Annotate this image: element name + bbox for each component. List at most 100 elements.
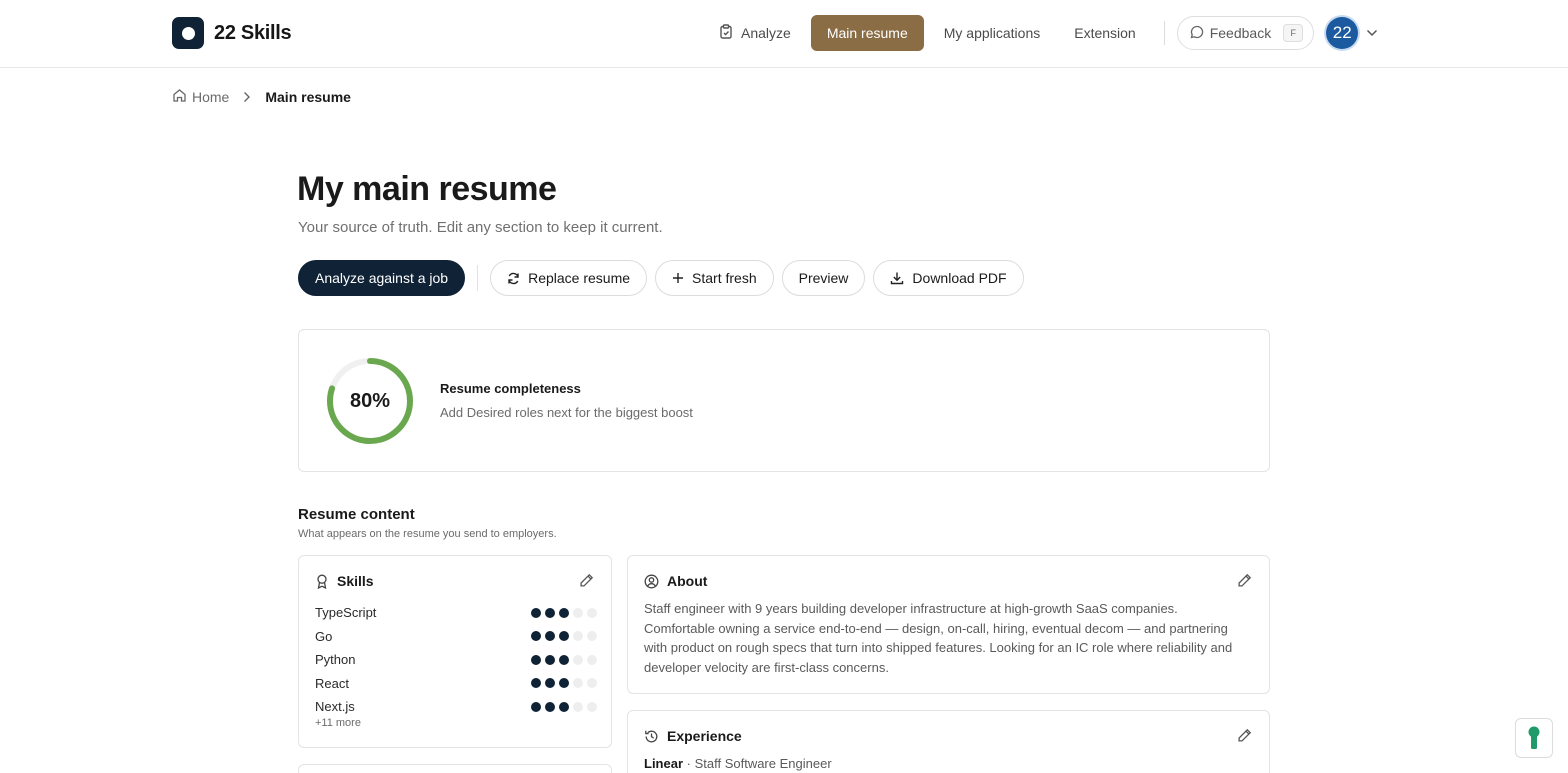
skill-row: Python: [315, 648, 597, 672]
keyhole-icon: [1527, 726, 1541, 750]
skill-level-dot: [559, 631, 569, 642]
refresh-icon: [507, 272, 520, 285]
skill-level-dots: [531, 678, 597, 689]
page-title: My main resume: [297, 170, 557, 208]
skill-row: React: [315, 672, 597, 696]
skill-level-dots: [531, 701, 597, 712]
skill-level-dot: [559, 607, 569, 618]
experience-card-header: Experience: [644, 728, 742, 744]
skill-level-dot: [587, 631, 597, 642]
skill-level-dot: [531, 631, 541, 642]
completeness-hint: Add Desired roles next for the biggest b…: [440, 405, 693, 420]
download-pdf-button[interactable]: Download PDF: [873, 260, 1024, 296]
top-header: 22 Skills Analyze Main resume My applica…: [0, 0, 1568, 68]
nav-my-applications[interactable]: My applications: [928, 15, 1057, 51]
resume-content-subtitle: What appears on the resume you send to e…: [298, 528, 557, 540]
replace-resume-button[interactable]: Replace resume: [490, 260, 648, 296]
skill-level-dot: [545, 701, 555, 712]
main-nav: Analyze Main resume My applications Exte…: [703, 15, 1378, 51]
completeness-card: 80% Resume completeness Add Desired role…: [298, 329, 1270, 472]
skill-level-dot: [545, 654, 555, 665]
chevron-right-icon: [243, 91, 251, 103]
skill-level-dot: [573, 631, 583, 642]
skill-name: React: [315, 675, 349, 691]
skill-level-dot: [531, 654, 541, 665]
chat-bubble-icon: [1190, 25, 1204, 42]
skill-level-dot: [545, 678, 555, 689]
experience-company: Linear: [644, 756, 684, 771]
skills-card-header: Skills: [315, 573, 374, 589]
feedback-button[interactable]: Feedback F: [1176, 16, 1315, 50]
logo-mark-icon: [172, 17, 204, 49]
skill-level-dot: [531, 678, 541, 689]
brand-name: 22 Skills: [214, 21, 292, 44]
skill-level-dot: [559, 701, 569, 712]
resume-actions: Analyze against a job Replace resume Sta…: [298, 260, 1024, 296]
next-section-card: [298, 764, 612, 773]
download-icon: [890, 271, 904, 285]
skill-level-dot: [573, 607, 583, 618]
skill-level-dot: [573, 701, 583, 712]
skill-name: Next.js: [315, 699, 355, 715]
skill-level-dot: [559, 654, 569, 665]
breadcrumb: Home Main resume: [172, 88, 351, 106]
nav-main-resume[interactable]: Main resume: [810, 15, 924, 51]
nav-extension[interactable]: Extension: [1058, 15, 1151, 51]
clipboard-icon: [719, 24, 733, 42]
edit-about-pencil-icon[interactable]: [1235, 571, 1253, 589]
resume-content-title: Resume content: [298, 506, 415, 523]
start-fresh-button[interactable]: Start fresh: [655, 260, 774, 296]
about-card-header: About: [644, 573, 707, 589]
skill-level-dot: [573, 654, 583, 665]
floating-helper-button[interactable]: [1515, 718, 1553, 758]
skill-level-dots: [531, 631, 597, 642]
completeness-percent: 80%: [349, 389, 391, 412]
experience-entry: Linear · Staff Software Engineer: [644, 756, 832, 771]
preview-button[interactable]: Preview: [781, 260, 866, 296]
skill-row: TypeScript: [315, 601, 597, 625]
feedback-shortcut-badge: F: [1283, 24, 1304, 42]
experience-card: Experience Linear · Staff Software Engin…: [627, 710, 1270, 773]
page-subtitle: Your source of truth. Edit any section t…: [298, 219, 663, 236]
experience-role: Staff Software Engineer: [694, 756, 832, 771]
skill-row: Go: [315, 625, 597, 649]
skill-level-dot: [545, 631, 555, 642]
skill-level-dot: [587, 607, 597, 618]
skills-card: Skills TypeScript Go Python React Next.js +1…: [298, 555, 612, 748]
brand-logo[interactable]: 22 Skills: [172, 17, 292, 49]
about-text: Staff engineer with 9 years building dev…: [644, 601, 1233, 675]
edit-skills-pencil-icon[interactable]: [577, 571, 595, 589]
skill-level-dot: [587, 701, 597, 712]
skill-level-dots: [531, 654, 597, 665]
skill-name: TypeScript: [315, 605, 377, 621]
nav-divider: [1163, 21, 1165, 45]
plus-icon: [672, 272, 684, 284]
edit-experience-pencil-icon[interactable]: [1235, 726, 1253, 744]
skill-name: Go: [315, 628, 333, 644]
skill-level-dot: [531, 607, 541, 618]
breadcrumb-current: Main resume: [265, 89, 351, 105]
skill-level-dot: [573, 678, 583, 689]
skill-level-dot: [587, 654, 597, 665]
chevron-down-icon[interactable]: [1366, 29, 1378, 37]
history-icon: [644, 729, 659, 744]
analyze-against-job-button[interactable]: Analyze against a job: [298, 260, 466, 296]
skill-name: Python: [315, 652, 356, 668]
skill-level-dot: [545, 607, 555, 618]
breadcrumb-home[interactable]: Home: [172, 88, 229, 106]
more-skills-link[interactable]: +11 more: [315, 717, 361, 729]
about-card: About Staff engineer with 9 years buildi…: [627, 555, 1270, 694]
user-avatar[interactable]: 22: [1326, 17, 1359, 49]
skill-level-dot: [531, 701, 541, 712]
user-circle-icon: [644, 574, 659, 589]
completeness-title: Resume completeness: [440, 381, 581, 396]
skill-level-dot: [559, 678, 569, 689]
home-icon: [172, 88, 187, 106]
skill-row: Next.js: [315, 695, 597, 719]
skill-list: TypeScript Go Python React Next.js: [315, 601, 597, 719]
award-icon: [315, 574, 329, 589]
actions-divider: [477, 265, 479, 291]
skill-level-dots: [531, 607, 597, 618]
skill-level-dot: [587, 678, 597, 689]
nav-analyze[interactable]: Analyze: [703, 15, 807, 51]
